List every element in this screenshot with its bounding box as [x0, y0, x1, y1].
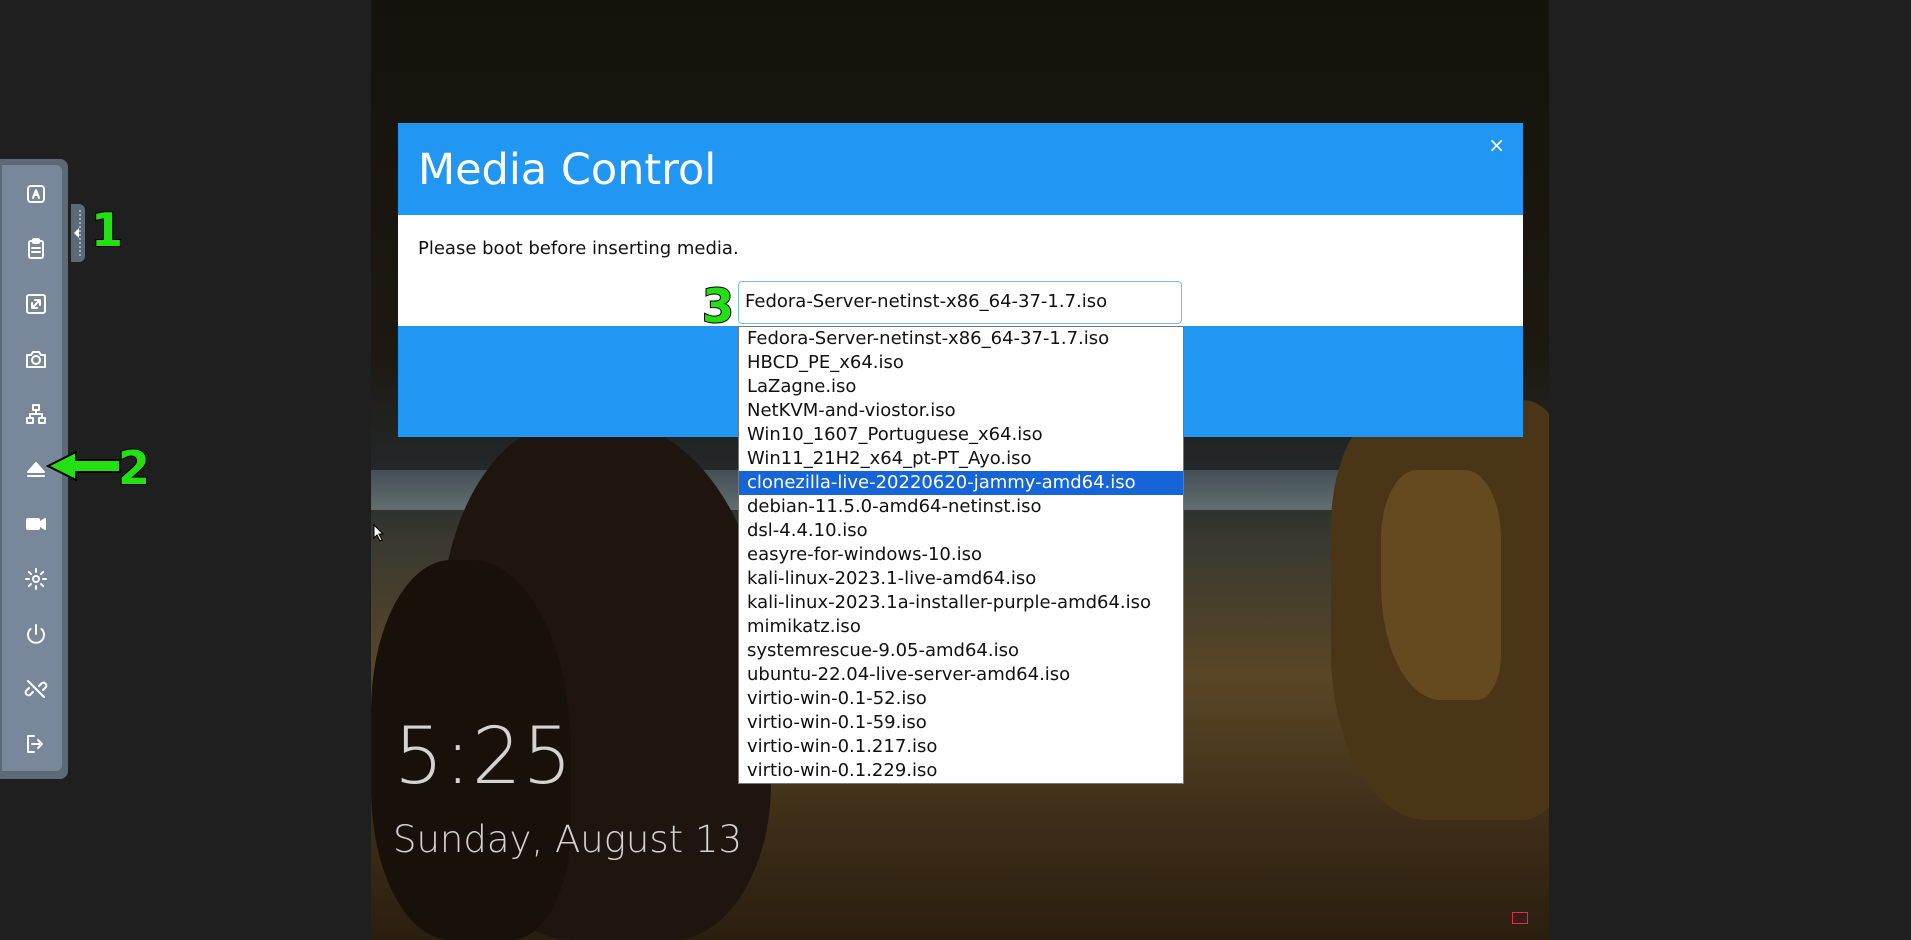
screenshot-button[interactable] — [16, 341, 56, 381]
media-option[interactable]: clonezilla-live-20220620-jammy-amd64.iso — [739, 471, 1183, 495]
media-option[interactable]: Fedora-Server-netinst-x86_64-37-1.7.iso — [739, 327, 1183, 351]
logout-button[interactable] — [16, 726, 56, 766]
lockscreen-date: Sunday, August 13 — [393, 818, 743, 861]
media-option[interactable]: LaZagne.iso — [739, 375, 1183, 399]
media-option[interactable]: virtio-win-0.1-52.iso — [739, 687, 1183, 711]
annotation-3: 3 — [701, 278, 735, 334]
dialog-title: Media Control — [418, 145, 717, 195]
media-option[interactable]: NetKVM-and-viostor.iso — [739, 399, 1183, 423]
dialog-header: Media Control × — [398, 123, 1523, 215]
camera-icon — [24, 347, 48, 375]
settings-button[interactable] — [16, 561, 56, 601]
network-icon — [24, 402, 48, 430]
annotation-2: 2 — [117, 440, 151, 496]
toolbar-collapse-handle[interactable] — [71, 204, 85, 262]
video-record-icon — [24, 512, 48, 540]
record-button[interactable] — [16, 506, 56, 546]
lockscreen-time: 5:25 — [394, 712, 574, 802]
disconnect-icon — [24, 677, 48, 705]
media-option[interactable]: easyre-for-windows-10.iso — [739, 543, 1183, 567]
grip-icon — [79, 210, 83, 256]
media-select[interactable]: Fedora-Server-netinst-x86_64-37-1.7.iso — [738, 281, 1182, 324]
keyboard-icon — [24, 182, 48, 210]
power-icon — [24, 622, 48, 650]
media-option[interactable]: Win11_21H2_x64_pt-PT_Ayo.iso — [739, 447, 1183, 471]
annotation-1: 1 — [90, 202, 124, 258]
media-option[interactable]: Win10_1607_Portuguese_x64.iso — [739, 423, 1183, 447]
media-option[interactable]: virtio-win-0.1.229.iso — [739, 759, 1183, 783]
media-option[interactable]: debian-11.5.0-amd64-netinst.iso — [739, 495, 1183, 519]
network-button[interactable] — [16, 396, 56, 436]
chevron-left-icon — [74, 228, 79, 238]
media-option[interactable]: virtio-win-0.1-59.iso — [739, 711, 1183, 735]
rock-right-highlight — [1381, 470, 1501, 700]
clipboard-button[interactable] — [16, 231, 56, 271]
media-option[interactable]: systemrescue-9.05-amd64.iso — [739, 639, 1183, 663]
power-button[interactable] — [16, 616, 56, 656]
dialog-message: Please boot before inserting media. — [418, 238, 739, 259]
mouse-cursor-icon — [373, 524, 385, 542]
media-option[interactable]: dsl-4.4.10.iso — [739, 519, 1183, 543]
media-option[interactable]: ubuntu-22.04-live-server-amd64.iso — [739, 663, 1183, 687]
annotation-arrow-icon — [45, 450, 121, 482]
media-option[interactable]: virtio-win-0.1.217.iso — [739, 735, 1183, 759]
fullscreen-button[interactable] — [16, 286, 56, 326]
close-icon[interactable]: × — [1488, 135, 1505, 155]
fullscreen-icon — [24, 292, 48, 320]
media-option[interactable]: kali-linux-2023.1-live-amd64.iso — [739, 567, 1183, 591]
media-option[interactable]: HBCD_PE_x64.iso — [739, 351, 1183, 375]
network-tray-icon — [1512, 912, 1528, 924]
clipboard-icon — [24, 237, 48, 265]
logout-icon — [24, 732, 48, 760]
media-option[interactable]: mimikatz.iso — [739, 615, 1183, 639]
media-option[interactable]: kali-linux-2023.1a-installer-purple-amd6… — [739, 591, 1183, 615]
disconnect-button[interactable] — [16, 671, 56, 711]
gear-icon — [24, 567, 48, 595]
keyboard-button[interactable] — [16, 176, 56, 216]
media-dropdown-list[interactable]: Fedora-Server-netinst-x86_64-37-1.7.iso H… — [738, 326, 1184, 784]
